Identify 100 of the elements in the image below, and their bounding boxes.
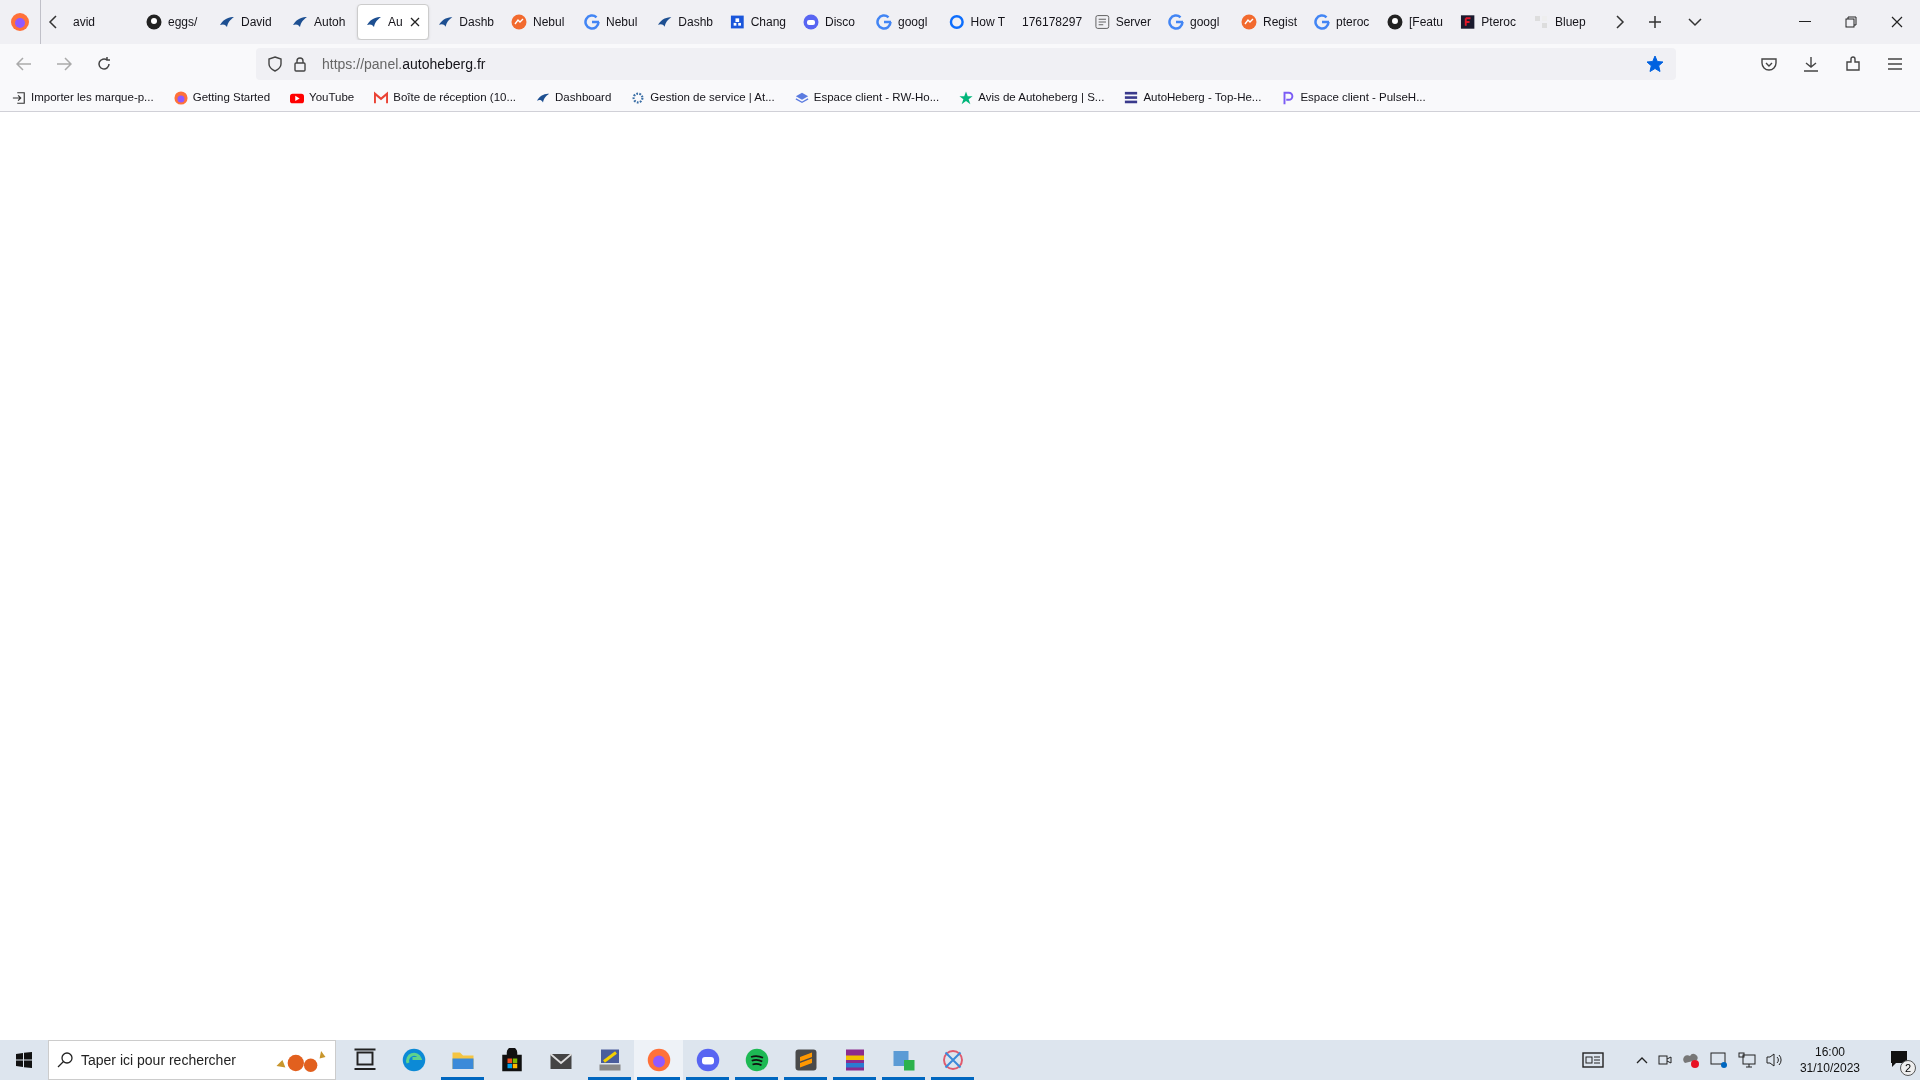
- computer-icon: [597, 1048, 622, 1072]
- browser-tab[interactable]: Server: [1087, 4, 1159, 40]
- browser-tab[interactable]: Regist: [1233, 4, 1305, 40]
- browser-tab[interactable]: pteroc: [1306, 4, 1378, 40]
- letter-f-icon: [1460, 14, 1476, 30]
- tab-title: avid: [73, 14, 95, 31]
- search-icon: [57, 1052, 73, 1068]
- star-icon: [959, 90, 974, 105]
- bookmark-item[interactable]: Espace client - PulseH...: [1277, 85, 1430, 110]
- tab-title: pteroc: [1336, 14, 1370, 31]
- stack-icon: [1124, 90, 1139, 105]
- browser-tab[interactable]: 176178297: [1014, 4, 1086, 40]
- tab-title: Chang: [750, 14, 786, 31]
- bookmark-item[interactable]: Avis de Autoheberg | S...: [955, 85, 1109, 110]
- url-text: https://panel.autoheberg.fr: [322, 54, 486, 74]
- clock-time[interactable]: 16:00: [1814, 1044, 1845, 1060]
- bookmark-item[interactable]: AutoHeberg - Top-He...: [1120, 85, 1266, 110]
- tab-title: Dashb: [459, 14, 494, 31]
- browser-tab[interactable]: Pteroc: [1452, 4, 1524, 40]
- sublime-icon: [793, 1048, 818, 1072]
- tab-title: Server: [1115, 14, 1151, 31]
- firefox-icon[interactable]: [10, 12, 30, 32]
- layers-icon: [794, 90, 809, 105]
- tab-title: Dashb: [678, 14, 713, 31]
- cloud-error-icon[interactable]: [1681, 1052, 1700, 1068]
- bookmark-item[interactable]: Boîte de réception (10...: [370, 85, 521, 110]
- camera-icon[interactable]: [1657, 1052, 1672, 1068]
- tab-title: Autoh: [314, 14, 346, 31]
- windows-logo-icon: [16, 1052, 32, 1068]
- tab-title: Nebul: [606, 14, 638, 31]
- download-icon: [1803, 56, 1819, 72]
- tab-title: How T: [970, 14, 1005, 31]
- browser-tab[interactable]: Bluep: [1525, 4, 1597, 40]
- bookmark-item[interactable]: Espace client - RW-Ho...: [790, 85, 944, 110]
- browser-tab[interactable]: avid: [65, 4, 137, 40]
- browser-tab[interactable]: David: [211, 4, 283, 40]
- chart-logo-icon: [1241, 14, 1257, 30]
- bird-icon: [657, 14, 673, 30]
- envelope-icon: [374, 90, 389, 105]
- bookmark-item[interactable]: Dashboard: [532, 85, 616, 110]
- chat-bubble-icon: [803, 14, 819, 30]
- bookmark-item[interactable]: Gestion de service | At...: [627, 85, 779, 110]
- tab-title: 176178297: [1022, 14, 1083, 31]
- minimize-icon: [1799, 21, 1811, 23]
- puzzle-icon: [1845, 56, 1861, 72]
- chevron-down-icon: [1688, 17, 1702, 27]
- browser-tab[interactable]: How T: [941, 4, 1013, 40]
- notification-icon: [1890, 1050, 1910, 1070]
- speaker-icon[interactable]: [1765, 1052, 1784, 1068]
- clock-date[interactable]: 31/10/2023: [1799, 1060, 1860, 1076]
- github-icon: [1387, 14, 1403, 30]
- forward-arrow-icon: [56, 57, 72, 71]
- browser-tab[interactable]: [Featu: [1379, 4, 1451, 40]
- tab-title: David: [241, 14, 272, 31]
- bookmark-item[interactable]: Importer les marque-p...: [8, 85, 158, 110]
- browser-tab[interactable]: googl: [1160, 4, 1232, 40]
- firefox-icon: [173, 90, 188, 105]
- search-bar[interactable]: Taper ici pour rechercher: [48, 1040, 336, 1080]
- google-icon: [876, 14, 892, 30]
- firefox-icon: [646, 1048, 671, 1072]
- browser-tab[interactable]: Dashb: [430, 4, 502, 40]
- tab-title: Disco: [825, 14, 855, 31]
- spotify-icon: [744, 1048, 769, 1072]
- news-icon[interactable]: [1581, 1052, 1604, 1068]
- plus-icon: [1648, 15, 1662, 29]
- bookmark-item[interactable]: Getting Started: [169, 85, 275, 110]
- tab-title: eggs/: [168, 14, 198, 31]
- network-icon[interactable]: [1737, 1052, 1756, 1068]
- address-bar[interactable]: https://panel.autoheberg.fr: [256, 48, 1676, 80]
- browser-tab[interactable]: Nebul: [503, 4, 575, 40]
- browser-tab[interactable]: googl: [868, 4, 940, 40]
- tab-title: Nebul: [533, 14, 565, 31]
- chevron-up-icon[interactable]: [1635, 1056, 1648, 1064]
- browser-tab[interactable]: Disco: [795, 4, 867, 40]
- google-icon: [1314, 14, 1330, 30]
- tab-title: Regist: [1263, 14, 1297, 31]
- browser-tab[interactable]: Dashb: [649, 4, 721, 40]
- browser-tab[interactable]: Au: [357, 4, 429, 40]
- shield-icon[interactable]: [268, 56, 282, 72]
- close-icon: [1891, 16, 1903, 28]
- browser-tab[interactable]: Chang: [722, 4, 794, 40]
- close-tab-icon[interactable]: [410, 17, 420, 27]
- restore-icon: [1845, 16, 1857, 28]
- pocket-icon: [1761, 56, 1777, 72]
- google-icon: [1168, 14, 1184, 30]
- browser-tab[interactable]: Nebul: [576, 4, 648, 40]
- notifications-button[interactable]: 2: [1880, 1040, 1920, 1080]
- github-icon: [146, 14, 162, 30]
- monitor-sync-icon[interactable]: [1709, 1052, 1728, 1068]
- bird-icon: [438, 14, 454, 30]
- edge-icon: [401, 1048, 426, 1072]
- browser-tab[interactable]: eggs/: [138, 4, 210, 40]
- grid-logo-icon: [730, 14, 745, 30]
- store-icon: [499, 1048, 524, 1072]
- search-input[interactable]: Taper ici pour rechercher: [81, 1049, 267, 1071]
- tab-title: [Featu: [1408, 14, 1443, 31]
- browser-tab[interactable]: Autoh: [284, 4, 356, 40]
- notification-count: 2: [1900, 1060, 1916, 1076]
- bookmark-item[interactable]: YouTube: [286, 85, 359, 110]
- bookmark-star-icon[interactable]: [1646, 55, 1664, 73]
